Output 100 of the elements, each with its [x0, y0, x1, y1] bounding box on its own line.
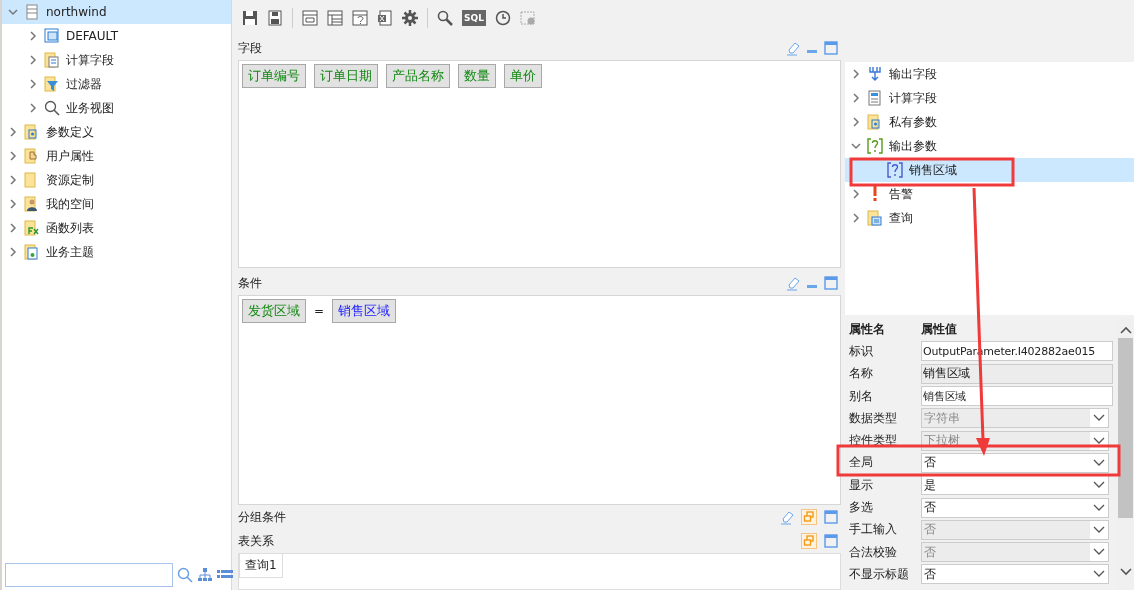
eraser-icon	[779, 509, 795, 525]
caret-icon	[1093, 436, 1105, 445]
hand-icon	[24, 148, 40, 164]
search-field[interactable]	[5, 563, 173, 587]
chevron-right-icon[interactable]	[851, 213, 861, 223]
chevron-right-icon[interactable]	[28, 55, 38, 65]
tree-item[interactable]: 用户属性	[2, 144, 231, 168]
property-name: 别名	[849, 387, 874, 405]
caret-icon	[1093, 481, 1105, 490]
chevron-right-icon[interactable]	[8, 127, 18, 137]
add-panel-icon	[519, 10, 536, 26]
parameter-icon	[24, 124, 40, 140]
property-name: 控件类型	[849, 432, 898, 450]
field-chip[interactable]: 单价	[504, 64, 542, 88]
caret-icon	[1093, 570, 1105, 579]
scroll-up-icon[interactable]	[1119, 326, 1132, 334]
question-bracket-icon	[867, 138, 883, 154]
field-chip[interactable]: 数量	[458, 64, 496, 88]
parameter-icon	[352, 10, 368, 26]
save-as-icon	[267, 10, 283, 26]
property-field[interactable]: 销售区域	[921, 386, 1113, 407]
property-dropdown[interactable]: 是	[921, 475, 1109, 496]
caret-icon	[1093, 458, 1105, 467]
tree-item[interactable]: 函数列表	[2, 216, 231, 240]
tree-item[interactable]: 业务主题	[2, 240, 231, 264]
property-dropdown[interactable]: 否	[921, 497, 1109, 518]
chevron-down-icon[interactable]	[851, 141, 861, 151]
panel-title: 字段	[238, 39, 262, 57]
function-icon	[24, 220, 40, 236]
maximize-icon	[823, 509, 839, 525]
database-icon	[24, 4, 40, 20]
chevron-right-icon[interactable]	[8, 247, 18, 257]
restore-icon	[801, 533, 817, 549]
filter-icon	[44, 76, 60, 92]
tree-item[interactable]: 我的空间	[2, 192, 231, 216]
tree-item[interactable]: 过滤器	[2, 72, 231, 96]
person-icon	[24, 196, 40, 212]
clock-icon	[494, 10, 511, 26]
panel-title: 表关系	[238, 532, 274, 550]
topic-icon	[24, 244, 40, 260]
eraser-icon	[785, 40, 801, 56]
query-icon	[867, 210, 883, 226]
chevron-right-icon[interactable]	[851, 189, 861, 199]
property-dropdown[interactable]: 否	[921, 452, 1109, 473]
query-tab[interactable]: 查询1	[239, 554, 283, 578]
column-header: 属性值	[921, 320, 958, 338]
tree-item[interactable]: 业务视图	[2, 96, 231, 120]
minimize-icon	[807, 284, 817, 288]
chevron-down-icon[interactable]	[8, 7, 18, 17]
caret-icon	[1093, 414, 1105, 423]
property-name: 数据类型	[849, 409, 898, 427]
property-dropdown[interactable]: 否	[921, 564, 1109, 585]
scroll-down-icon[interactable]	[1119, 568, 1132, 576]
panel-title: 分组条件	[238, 508, 286, 526]
tree-item[interactable]: northwind	[2, 0, 231, 24]
field-chip[interactable]: 发货区域	[242, 299, 306, 323]
table-view-icon	[44, 28, 60, 44]
tree-item[interactable]: 资源定制	[2, 168, 231, 192]
chevron-right-icon[interactable]	[28, 31, 38, 41]
caret-icon	[1093, 525, 1105, 534]
tree-item[interactable]: 输出参数	[845, 134, 1134, 158]
field-chip[interactable]: 订单日期	[314, 64, 378, 88]
search-icon	[44, 100, 60, 116]
question-bracket-icon	[887, 162, 903, 178]
minimize-icon	[807, 49, 817, 53]
chevron-right-icon[interactable]	[28, 103, 38, 113]
property-name: 不显示标题	[849, 565, 910, 583]
tree-item[interactable]: 告警	[845, 182, 1134, 206]
chevron-right-icon[interactable]	[28, 79, 38, 89]
chevron-right-icon[interactable]	[8, 175, 18, 185]
chevron-right-icon[interactable]	[8, 199, 18, 209]
chevron-right-icon[interactable]	[851, 69, 861, 79]
property-name: 显示	[849, 476, 874, 494]
tree-item[interactable]: DEFAULT	[2, 24, 231, 48]
field-chip[interactable]: 产品名称	[386, 64, 450, 88]
property-name: 标识	[849, 342, 874, 360]
tree-item[interactable]: 计算字段	[845, 86, 1134, 110]
search-icon	[437, 10, 453, 26]
chevron-right-icon[interactable]	[8, 151, 18, 161]
tree-item[interactable]: 输出字段	[845, 62, 1134, 86]
field-chip[interactable]: 订单编号	[242, 64, 306, 88]
chevron-right-icon[interactable]	[8, 223, 18, 233]
parameter-chip[interactable]: 销售区域	[332, 299, 397, 323]
sql-icon[interactable]: SQL	[462, 10, 486, 26]
hierarchy-icon	[197, 567, 213, 583]
chevron-right-icon[interactable]	[851, 93, 861, 103]
operator: =	[314, 304, 325, 318]
tree-item[interactable]: 查询	[845, 206, 1134, 230]
property-name: 全局	[849, 454, 874, 472]
tree-item[interactable]: 计算字段	[2, 48, 231, 72]
scrollbar-thumb[interactable]	[1118, 338, 1133, 518]
layout-icon	[302, 10, 318, 26]
maximize-icon	[823, 533, 839, 549]
export-icon	[377, 10, 393, 26]
property-name: 手工输入	[849, 521, 898, 539]
calculator-icon	[867, 90, 883, 106]
tree-item[interactable]: 私有参数	[845, 110, 1134, 134]
maximize-icon	[823, 40, 839, 56]
tree-item[interactable]: 参数定义	[2, 120, 231, 144]
chevron-right-icon[interactable]	[851, 117, 861, 127]
